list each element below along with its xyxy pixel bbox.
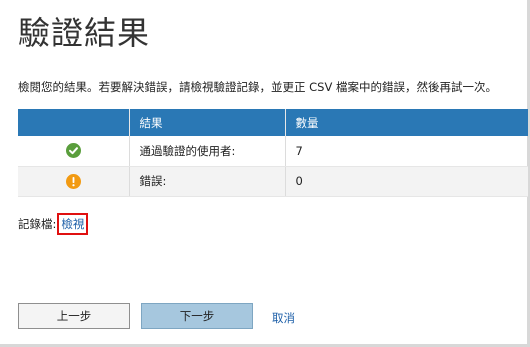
table-row: 通過驗證的使用者: 7: [18, 136, 528, 167]
result-count: 7: [285, 136, 528, 167]
table-row: 錯誤: 0: [18, 166, 528, 197]
result-count: 0: [285, 166, 528, 197]
back-button[interactable]: 上一步: [18, 303, 130, 329]
page-title: 驗證結果: [18, 14, 151, 52]
instructions-text: 檢閱您的結果。若要解決錯誤，請檢視驗證記錄，並更正 CSV 檔案中的錯誤，然後再…: [18, 80, 498, 94]
check-circle-icon: [65, 143, 81, 159]
status-cell: [18, 166, 130, 197]
table-header-row: 結果 數量: [18, 109, 528, 136]
column-header-result: 結果: [129, 109, 286, 136]
column-header-icon: [18, 109, 130, 136]
result-label: 通過驗證的使用者:: [129, 136, 286, 167]
view-log-link[interactable]: 檢視: [57, 213, 89, 235]
status-cell: [18, 136, 130, 167]
next-button[interactable]: 下一步: [141, 303, 253, 329]
column-header-count: 數量: [285, 109, 528, 136]
log-file-line: 記錄檔: 檢視: [18, 213, 89, 235]
result-label: 錯誤:: [129, 166, 286, 197]
warning-circle-icon: [65, 173, 81, 189]
log-file-label: 記錄檔:: [18, 217, 57, 231]
results-table: 結果 數量 通過驗證的使用者: 7 錯誤: 0: [18, 109, 528, 197]
cancel-link[interactable]: 取消: [272, 310, 295, 326]
wizard-page: 驗證結果 檢閱您的結果。若要解決錯誤，請檢視驗證記錄，並更正 CSV 檔案中的錯…: [0, 0, 530, 347]
